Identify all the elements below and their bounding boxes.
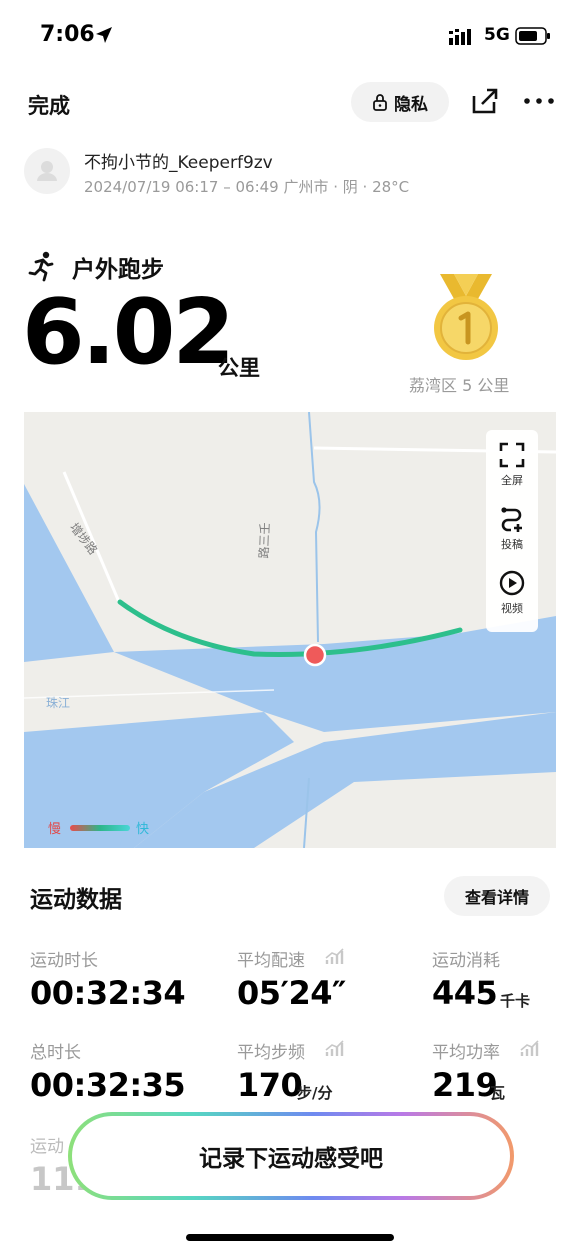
stat-label: 平均配速 [237, 951, 305, 971]
section-title: 运动数据 [30, 887, 122, 913]
fullscreen-button[interactable]: 全屏 [486, 432, 538, 494]
stat-value: 219 [432, 1066, 498, 1104]
privacy-label: 隐私 [394, 94, 428, 115]
route-submit-icon [501, 507, 522, 532]
distance-value: 6.02 [22, 280, 235, 385]
route-map[interactable]: 增埗路 路三壬 珠江 全屏 投稿 视频 慢 快 [24, 412, 556, 848]
avatar-placeholder-icon [37, 161, 57, 181]
stat-label: 总时长 [30, 1043, 81, 1063]
map-toolbar: 全屏 投稿 视频 [486, 430, 538, 632]
trend-chart-icon [325, 1040, 344, 1056]
stat-value: 170 [237, 1066, 303, 1104]
submit-route-label: 投稿 [501, 538, 523, 551]
running-icon [28, 251, 54, 282]
top-nav: 完成 隐私 [0, 74, 580, 132]
lock-icon [373, 94, 387, 111]
sport-name: 户外跑步 [72, 257, 164, 283]
stat-label: 平均功率 [432, 1043, 500, 1063]
home-indicator[interactable] [186, 1234, 394, 1241]
location-arrow-icon [96, 27, 112, 43]
submit-route-button[interactable]: 投稿 [486, 496, 538, 558]
stat-value: 00:32:35 [30, 1066, 186, 1104]
trend-chart-icon [520, 1040, 539, 1056]
stat-unit: 瓦 [490, 1084, 506, 1102]
battery-icon [515, 27, 550, 45]
view-details-button[interactable]: 查看详情 [444, 876, 550, 916]
status-time: 7:06 [40, 22, 95, 47]
legend-gradient [70, 825, 130, 831]
network-type: 5G [484, 25, 510, 45]
workout-meta: 2024/07/19 06:17 – 06:49 广州市 · 阴 · 28°C [84, 178, 410, 196]
legend-slow: 慢 [48, 822, 62, 837]
stat-label: 运动时长 [30, 951, 98, 971]
stat-value: 445 [432, 974, 498, 1012]
fullscreen-label: 全屏 [501, 474, 523, 487]
stat-label: 运动消耗 [432, 951, 500, 971]
done-button[interactable]: 完成 [28, 90, 70, 120]
stat-unit: 千卡 [500, 992, 531, 1010]
more-icon[interactable] [522, 86, 556, 116]
fullscreen-icon [499, 442, 525, 468]
record-feeling-label: 记录下运动感受吧 [72, 1116, 510, 1196]
user-info: 不拘小节的_Keeperf9zv 2024/07/19 06:17 – 06:4… [0, 140, 580, 206]
medal-label: 荔湾区 5 公里 [409, 376, 510, 395]
stat-label: 平均步频 [237, 1043, 305, 1063]
distance-unit: 公里 [218, 356, 260, 380]
stat-unit: 步/分 [297, 1084, 333, 1102]
privacy-button[interactable]: 隐私 [351, 82, 449, 122]
record-feeling-button[interactable]: 记录下运动感受吧 [68, 1112, 514, 1200]
map-canvas [24, 412, 556, 848]
video-button[interactable]: 视频 [486, 560, 538, 622]
trend-chart-icon [325, 948, 344, 964]
stat-value: 00:32:34 [30, 974, 186, 1012]
stat-partial-label: 运动 [30, 1137, 64, 1157]
username[interactable]: 不拘小节的_Keeperf9zv [84, 148, 273, 173]
play-video-icon [499, 570, 525, 596]
avatar[interactable] [24, 148, 70, 194]
signal-icon [449, 29, 471, 45]
video-label: 视频 [501, 602, 523, 615]
map-label-river: 珠江 [46, 696, 71, 710]
gold-medal-icon[interactable] [430, 272, 502, 364]
share-icon[interactable] [470, 86, 500, 116]
status-bar: 7:06 5G [0, 0, 580, 70]
stat-value: 05′24″ [237, 974, 346, 1012]
map-label-road: 路三壬 [256, 522, 273, 559]
legend-fast: 快 [136, 822, 150, 837]
